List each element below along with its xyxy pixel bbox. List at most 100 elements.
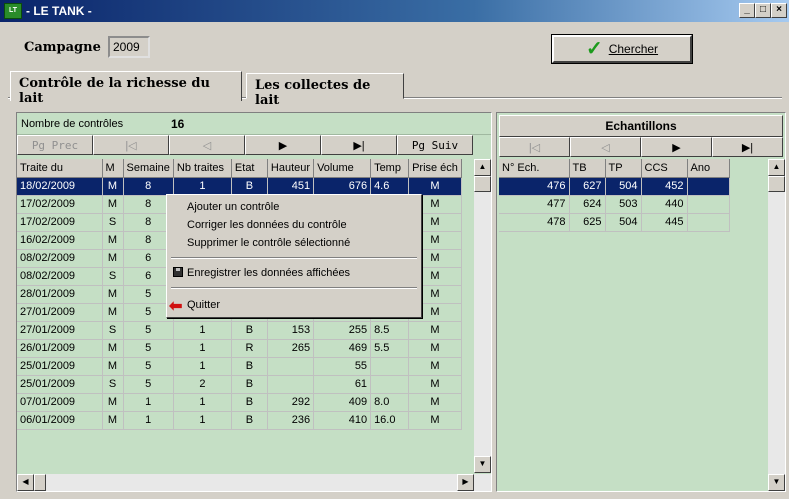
- column-header[interactable]: TP: [605, 159, 642, 178]
- column-header[interactable]: Traite du: [17, 159, 103, 178]
- next-page-button[interactable]: Pg Suiv: [397, 135, 473, 155]
- column-header[interactable]: Etat: [231, 159, 268, 178]
- samples-prev-button[interactable]: ◁: [570, 137, 641, 157]
- next-record-button[interactable]: ▶: [245, 135, 321, 155]
- prev-page-button[interactable]: Pg Prec: [17, 135, 93, 155]
- column-header[interactable]: N° Ech.: [499, 159, 570, 178]
- table-cell: M: [102, 231, 124, 250]
- table-cell: R: [231, 339, 268, 358]
- menu-item-edit-control[interactable]: Corriger les données du contrôle: [187, 219, 347, 231]
- table-cell: 236: [267, 411, 315, 430]
- menu-item-quit[interactable]: Quitter: [187, 299, 220, 311]
- table-cell: M: [102, 393, 124, 412]
- tab-richesse-lait[interactable]: Contrôle de la richesse du lait: [10, 71, 242, 106]
- samples-last-button[interactable]: ▶|: [712, 137, 783, 157]
- table-cell: 476: [499, 177, 570, 196]
- table-row[interactable]: 477 624 503 440: [499, 195, 730, 214]
- table-cell: 503: [605, 195, 642, 214]
- scroll-up-icon[interactable]: ▲: [474, 159, 491, 176]
- table-row[interactable]: 27/01/2009 S 5 1 B 153 255 8.5 M: [17, 321, 462, 340]
- samples-navbar: |◁ ◁ ▶ ▶|: [499, 137, 783, 157]
- table-cell: 676: [313, 177, 372, 196]
- prev-record-button[interactable]: ◁: [169, 135, 245, 155]
- table-cell: 18/02/2009: [17, 177, 103, 196]
- samples-scroll-down-icon[interactable]: ▼: [768, 474, 785, 491]
- table-row[interactable]: 06/01/2009 M 1 1 B 236 410 16.0 M: [17, 411, 462, 430]
- search-button[interactable]: ✓ Chercher: [551, 34, 693, 64]
- table-cell: [370, 357, 410, 376]
- table-cell: 8.5: [370, 321, 410, 340]
- column-header[interactable]: Semaine: [123, 159, 174, 178]
- table-cell: 469: [313, 339, 372, 358]
- table-cell: 25/01/2009: [17, 357, 103, 376]
- table-cell: 410: [313, 411, 372, 430]
- column-header[interactable]: M: [102, 159, 124, 178]
- floppy-disk-icon: [173, 267, 183, 277]
- column-header[interactable]: Ano: [687, 159, 730, 178]
- last-record-button[interactable]: ▶|: [321, 135, 397, 155]
- hscroll-thumb[interactable]: [34, 474, 46, 491]
- table-cell: 504: [605, 213, 642, 232]
- table-cell: 5: [123, 321, 174, 340]
- table-cell: 08/02/2009: [17, 267, 103, 286]
- first-record-button[interactable]: |◁: [93, 135, 169, 155]
- table-cell: 4.6: [370, 177, 410, 196]
- table-cell: 265: [267, 339, 315, 358]
- table-cell: 5: [123, 357, 174, 376]
- table-cell: 5: [123, 375, 174, 394]
- table-cell: S: [102, 267, 124, 286]
- scroll-right-icon[interactable]: ▶: [457, 474, 474, 491]
- controls-horizontal-scrollbar[interactable]: ◀ ▶: [17, 474, 491, 491]
- table-row[interactable]: 18/02/2009 M 8 1 B 451 676 4.6 M: [17, 177, 462, 196]
- column-header[interactable]: TB: [569, 159, 606, 178]
- close-button[interactable]: ×: [771, 3, 787, 18]
- samples-first-button[interactable]: |◁: [499, 137, 570, 157]
- minimize-button[interactable]: _: [739, 3, 755, 18]
- table-row[interactable]: 26/01/2009 M 5 1 R 265 469 5.5 M: [17, 339, 462, 358]
- samples-vertical-scrollbar[interactable]: ▲ ▼: [768, 159, 785, 491]
- controls-vertical-scrollbar[interactable]: ▲ ▼: [474, 159, 491, 473]
- samples-scroll-thumb[interactable]: [768, 176, 785, 192]
- table-row[interactable]: 476 627 504 452: [499, 177, 730, 196]
- table-cell: M: [408, 357, 462, 376]
- column-header[interactable]: Hauteur: [267, 159, 315, 178]
- column-header[interactable]: Temp: [370, 159, 410, 178]
- scroll-down-icon[interactable]: ▼: [474, 456, 491, 473]
- scroll-left-icon[interactable]: ◀: [17, 474, 34, 491]
- tab-collectes-lait[interactable]: Les collectes de lait: [246, 73, 404, 108]
- samples-grid: N° Ech. TB TP CCS Ano 476 627 504 452 477 624 503 4…: [499, 159, 765, 491]
- samples-table: N° Ech. TB TP CCS Ano 476 627 504 452 477 624 503 4…: [499, 159, 730, 232]
- table-cell: M: [408, 411, 462, 430]
- table-cell: 07/01/2009: [17, 393, 103, 412]
- table-cell: 1: [173, 411, 232, 430]
- column-header[interactable]: CCS: [641, 159, 688, 178]
- column-header[interactable]: Volume: [313, 159, 372, 178]
- table-cell: 1: [173, 393, 232, 412]
- table-cell: [687, 177, 730, 196]
- menu-separator: [171, 287, 417, 289]
- samples-scroll-up-icon[interactable]: ▲: [768, 159, 785, 176]
- menu-item-add-control[interactable]: Ajouter un contrôle: [187, 201, 279, 213]
- search-button-label: Chercher: [608, 42, 659, 56]
- column-header[interactable]: Nb traites: [173, 159, 232, 178]
- samples-next-button[interactable]: ▶: [641, 137, 712, 157]
- table-cell: 153: [267, 321, 315, 340]
- table-row[interactable]: 07/01/2009 M 1 1 B 292 409 8.0 M: [17, 393, 462, 412]
- table-cell: M: [102, 357, 124, 376]
- campaign-input[interactable]: 2009: [108, 36, 150, 58]
- restore-button[interactable]: □: [755, 3, 771, 18]
- menu-item-delete-control[interactable]: Supprimer le contrôle sélectionné: [187, 237, 350, 249]
- table-row[interactable]: 25/01/2009 S 5 2 B 61 M: [17, 375, 462, 394]
- table-cell: [267, 357, 315, 376]
- table-cell: M: [102, 303, 124, 322]
- menu-item-save-data[interactable]: Enregistrer les données affichées: [187, 267, 350, 279]
- table-row[interactable]: 478 625 504 445: [499, 213, 730, 232]
- scroll-thumb[interactable]: [474, 176, 491, 192]
- table-cell: M: [102, 285, 124, 304]
- table-cell: B: [231, 393, 268, 412]
- table-row[interactable]: 25/01/2009 M 5 1 B 55 M: [17, 357, 462, 376]
- table-cell: S: [102, 213, 124, 232]
- table-cell: 445: [641, 213, 688, 232]
- controls-count-label: Nombre de contrôles: [21, 118, 124, 130]
- column-header[interactable]: Prise éch: [408, 159, 462, 178]
